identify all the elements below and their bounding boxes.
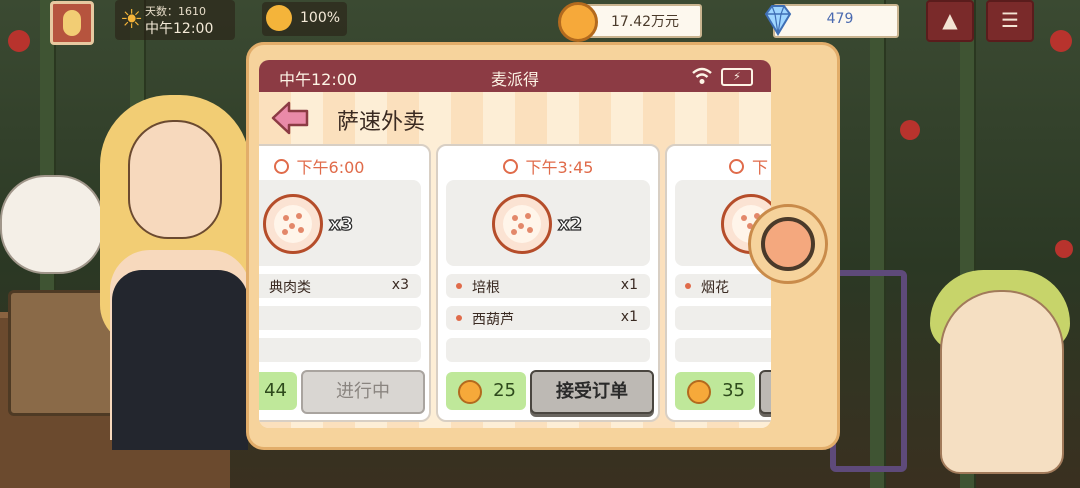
accept-order-button[interactable] bbox=[759, 370, 771, 414]
phone-status-bar: 中午12:00 麦派得 ⚡ bbox=[259, 60, 771, 92]
order-time: 下 bbox=[729, 154, 768, 178]
bullet-icon bbox=[456, 283, 462, 289]
clock-icon bbox=[502, 159, 518, 174]
food-quantity: x3 bbox=[328, 213, 354, 235]
flower-decoration bbox=[900, 120, 920, 140]
coin-icon bbox=[458, 380, 482, 404]
flower-decoration bbox=[1055, 240, 1073, 258]
battery-icon: ⚡ bbox=[721, 68, 753, 86]
item-name: 烟花 bbox=[701, 280, 729, 296]
phone-screen: 中午12:00 麦派得 ⚡ 萨速外卖 下午6:00 x3 典肉类 x3 44 进… bbox=[259, 60, 771, 428]
food-preview: x3 bbox=[259, 180, 421, 266]
item-name: 培根 bbox=[472, 280, 500, 296]
pizza-icon bbox=[263, 194, 323, 254]
in-progress-button[interactable]: 进行中 bbox=[301, 370, 425, 414]
customer-dress bbox=[112, 270, 248, 450]
menu-button[interactable]: ☰ bbox=[986, 0, 1034, 42]
order-item-empty bbox=[675, 338, 771, 362]
day-counter: 天数：1610 bbox=[145, 5, 206, 18]
mood-percent: 100% bbox=[300, 10, 341, 26]
order-item-empty bbox=[259, 338, 421, 362]
price-value: 25 bbox=[493, 380, 516, 401]
smile-icon bbox=[266, 5, 292, 31]
order-time: 下午6:00 bbox=[259, 154, 429, 178]
clock-icon bbox=[273, 159, 289, 174]
pizza-fairy-character bbox=[940, 290, 1064, 474]
order-card: 下午6:00 x3 典肉类 x3 44 进行中 bbox=[259, 144, 431, 422]
customer-face[interactable] bbox=[128, 120, 222, 239]
orders-carousel[interactable]: 下午6:00 x3 典肉类 x3 44 进行中 下午3:45 x2 培根 x1 … bbox=[259, 144, 771, 428]
item-quantity: x3 bbox=[391, 277, 409, 293]
order-time: 下午3:45 bbox=[438, 154, 658, 178]
order-card: 下午3:45 x2 培根 x1 西葫芦 x1 25 接受订单 bbox=[436, 144, 660, 422]
menu-icon: ☰ bbox=[1001, 8, 1019, 32]
sun-icon: ☀ bbox=[120, 5, 144, 35]
app-title: 萨速外卖 bbox=[337, 110, 426, 135]
price-value: 35 bbox=[722, 380, 745, 401]
app-header: 萨速外卖 bbox=[259, 92, 771, 144]
picture-frame bbox=[830, 270, 907, 472]
order-item: 典肉类 x3 bbox=[259, 274, 421, 298]
collapse-button[interactable]: ▲ bbox=[926, 0, 974, 42]
item-quantity: x1 bbox=[620, 309, 638, 325]
order-price: 35 bbox=[675, 372, 755, 410]
clock-icon bbox=[729, 159, 744, 174]
order-card: 下 烟花 35 bbox=[665, 144, 771, 422]
order-item-empty bbox=[446, 338, 650, 362]
bunny-plush bbox=[0, 175, 104, 274]
wifi-icon bbox=[692, 67, 712, 84]
order-item: 培根 x1 bbox=[446, 274, 650, 298]
money-amount: 17.42万元 bbox=[610, 14, 680, 30]
bullet-icon bbox=[456, 315, 462, 321]
item-name: 西葫芦 bbox=[472, 312, 514, 328]
home-button-icon bbox=[761, 217, 815, 271]
order-price: 25 bbox=[446, 372, 526, 410]
coin-icon bbox=[558, 2, 598, 42]
order-item-empty bbox=[675, 306, 771, 330]
order-item-empty bbox=[259, 306, 421, 330]
price-value: 44 bbox=[264, 380, 287, 401]
bullet-icon bbox=[685, 283, 691, 289]
gem-amount: 479 bbox=[826, 11, 854, 27]
phone-home-button[interactable] bbox=[748, 204, 828, 284]
item-quantity: x1 bbox=[620, 277, 638, 293]
back-button[interactable] bbox=[271, 100, 311, 136]
coin-icon bbox=[687, 380, 711, 404]
item-name: 典肉类 bbox=[269, 280, 311, 296]
order-price: 44 bbox=[259, 372, 297, 410]
order-item: 西葫芦 x1 bbox=[446, 306, 650, 330]
flower-decoration bbox=[1050, 30, 1072, 52]
order-item: 烟花 bbox=[675, 274, 771, 298]
food-preview: x2 bbox=[446, 180, 650, 266]
game-time: 中午12:00 bbox=[145, 21, 214, 37]
accept-order-button[interactable]: 接受订单 bbox=[530, 370, 654, 414]
pizza-icon bbox=[492, 194, 552, 254]
food-quantity: x2 bbox=[557, 213, 583, 235]
chevron-up-icon: ▲ bbox=[942, 8, 958, 32]
flower-decoration bbox=[8, 30, 30, 52]
player-avatar[interactable] bbox=[50, 1, 94, 45]
